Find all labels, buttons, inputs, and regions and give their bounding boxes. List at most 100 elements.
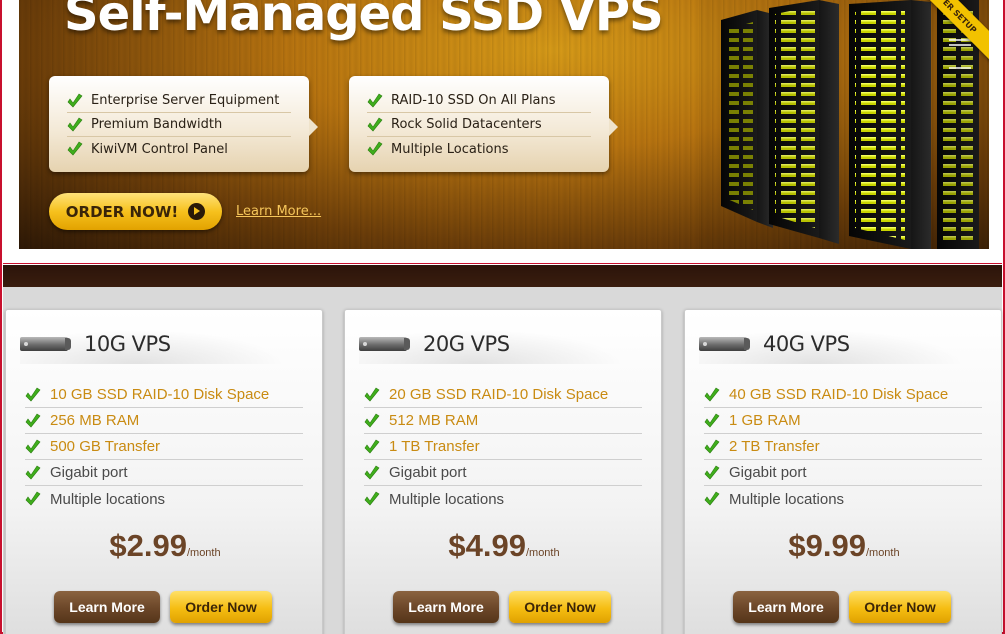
plan-feature: Gigabit port xyxy=(364,460,642,486)
order-now-button[interactable]: Order Now xyxy=(849,591,951,623)
hard-drive-icon xyxy=(699,337,750,351)
plan-price: $2.99/month xyxy=(6,528,324,564)
price-amount: $4.99 xyxy=(448,528,526,563)
check-icon xyxy=(67,117,83,131)
hard-drive-icon xyxy=(20,337,71,351)
check-icon xyxy=(367,117,383,131)
plan-feature: Multiple locations xyxy=(25,486,303,512)
server-racks-illustration xyxy=(699,0,989,249)
check-icon xyxy=(704,387,720,401)
check-icon xyxy=(704,439,720,453)
check-icon xyxy=(25,439,41,453)
price-amount: $2.99 xyxy=(109,528,187,563)
plan-feature-label: 256 MB RAM xyxy=(50,412,140,429)
plan-header: 40G VPS xyxy=(699,324,989,364)
plan-feature: Multiple locations xyxy=(364,486,642,512)
hero-title: Self-Managed SSD VPS xyxy=(64,0,664,42)
plan-feature-label: 1 TB Transfer xyxy=(389,438,480,455)
check-icon xyxy=(364,439,380,453)
play-icon xyxy=(188,203,206,220)
plan-feature: Multiple locations xyxy=(704,486,982,512)
feature-item: Enterprise Server Equipment xyxy=(67,89,291,113)
check-icon xyxy=(367,141,383,156)
plan-name: 40G VPS xyxy=(763,332,850,356)
order-now-button[interactable]: ORDER NOW! xyxy=(49,193,222,230)
feature-item: Premium Bandwidth xyxy=(67,113,291,137)
feature-item: Rock Solid Datacenters xyxy=(367,113,591,137)
order-now-label: ORDER NOW! xyxy=(65,202,179,221)
plan-feature: 500 GB Transfer xyxy=(25,434,303,460)
feature-label: RAID-10 SSD On All Plans xyxy=(391,93,556,108)
plan-feature: 20 GB SSD RAID-10 Disk Space xyxy=(364,382,642,408)
check-icon xyxy=(364,491,380,506)
plan-feature-label: 40 GB SSD RAID-10 Disk Space xyxy=(729,386,949,403)
plan-feature-label: 10 GB SSD RAID-10 Disk Space xyxy=(50,386,270,403)
check-icon xyxy=(25,387,41,401)
hero-section: Self-Managed SSD VPS Enterprise Server E… xyxy=(3,0,1002,264)
check-icon xyxy=(25,491,41,506)
check-icon xyxy=(25,465,41,479)
plan-header: 10G VPS xyxy=(20,324,310,364)
learn-more-button[interactable]: Learn More xyxy=(54,591,160,623)
plan-feature: 2 TB Transfer xyxy=(704,434,982,460)
plan-name: 10G VPS xyxy=(84,332,171,356)
check-icon xyxy=(704,491,720,506)
plan-feature-label: Multiple locations xyxy=(729,490,845,508)
feature-label: Enterprise Server Equipment xyxy=(91,93,280,108)
check-icon xyxy=(364,413,380,427)
plan-card-10g: 10G VPS 10 GB SSD RAID-10 Disk Space 256… xyxy=(5,309,323,634)
plan-feature-list: 40 GB SSD RAID-10 Disk Space 1 GB RAM 2 … xyxy=(704,382,982,512)
section-divider xyxy=(3,265,1002,287)
plan-feature-list: 10 GB SSD RAID-10 Disk Space 256 MB RAM … xyxy=(25,382,303,512)
price-period: /month xyxy=(525,547,560,559)
feature-label: KiwiVM Control Panel xyxy=(91,141,228,157)
plan-feature: 512 MB RAM xyxy=(364,408,642,434)
check-icon xyxy=(67,141,83,156)
feature-card-right: RAID-10 SSD On All Plans Rock Solid Data… xyxy=(349,76,618,172)
check-icon xyxy=(704,413,720,427)
feature-label: Premium Bandwidth xyxy=(91,117,223,132)
plan-feature-label: Gigabit port xyxy=(389,464,467,481)
plan-feature-label: Multiple locations xyxy=(50,490,166,508)
hero-banner: Self-Managed SSD VPS Enterprise Server E… xyxy=(19,0,989,249)
check-icon xyxy=(25,413,41,427)
plan-feature-label: Multiple locations xyxy=(389,490,505,508)
plan-feature: Gigabit port xyxy=(704,460,982,486)
plan-feature-label: 512 MB RAM xyxy=(389,412,479,429)
feature-item: KiwiVM Control Panel xyxy=(67,137,291,161)
learn-more-link[interactable]: Learn More... xyxy=(236,204,321,219)
plan-feature-label: Gigabit port xyxy=(729,464,807,481)
plan-price: $9.99/month xyxy=(685,528,1003,564)
order-now-button[interactable]: Order Now xyxy=(170,591,272,623)
plan-feature: 1 TB Transfer xyxy=(364,434,642,460)
plan-feature-label: 20 GB SSD RAID-10 Disk Space xyxy=(389,386,609,403)
plan-header: 20G VPS xyxy=(359,324,649,364)
plan-feature-label: Gigabit port xyxy=(50,464,128,481)
check-icon xyxy=(67,93,83,107)
order-now-button[interactable]: Order Now xyxy=(509,591,611,623)
plan-feature: 256 MB RAM xyxy=(25,408,303,434)
learn-more-button[interactable]: Learn More xyxy=(393,591,499,623)
plan-feature: 40 GB SSD RAID-10 Disk Space xyxy=(704,382,982,408)
plan-feature: 1 GB RAM xyxy=(704,408,982,434)
feature-card-left: Enterprise Server Equipment Premium Band… xyxy=(49,76,318,172)
plan-feature-label: 2 TB Transfer xyxy=(729,438,820,455)
price-amount: $9.99 xyxy=(788,528,866,563)
plan-card-20g: 20G VPS 20 GB SSD RAID-10 Disk Space 512… xyxy=(344,309,662,634)
learn-more-button[interactable]: Learn More xyxy=(733,591,839,623)
plan-feature-list: 20 GB SSD RAID-10 Disk Space 512 MB RAM … xyxy=(364,382,642,512)
plan-feature: Gigabit port xyxy=(25,460,303,486)
plan-feature-label: 1 GB RAM xyxy=(729,412,801,429)
price-period: /month xyxy=(865,547,900,559)
plan-feature-label: 500 GB Transfer xyxy=(50,438,161,455)
check-icon xyxy=(364,465,380,479)
check-icon xyxy=(364,387,380,401)
feature-label: Multiple Locations xyxy=(391,141,509,157)
feature-item: Multiple Locations xyxy=(367,137,591,161)
plan-price: $4.99/month xyxy=(345,528,663,564)
price-period: /month xyxy=(186,547,221,559)
plan-feature: 10 GB SSD RAID-10 Disk Space xyxy=(25,382,303,408)
check-icon xyxy=(367,93,383,107)
hard-drive-icon xyxy=(359,337,410,351)
feature-label: Rock Solid Datacenters xyxy=(391,117,542,132)
